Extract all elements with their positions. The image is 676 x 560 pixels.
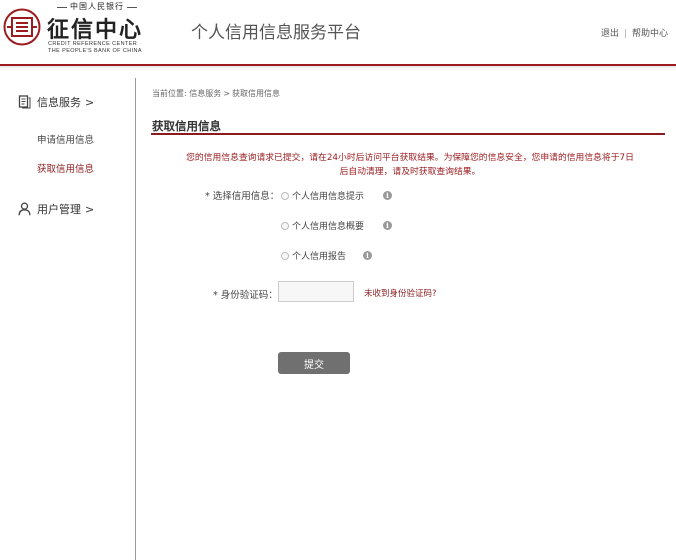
radio-button[interactable]	[281, 191, 289, 200]
option-credit-info-tips[interactable]: 个人信用信息提示	[281, 189, 364, 202]
option-label: 个人信用报告	[292, 252, 347, 262]
chevron-right-icon: >	[85, 202, 95, 216]
title-divider	[151, 133, 665, 135]
sidebar-menu-credit-service[interactable]: 信息服务 >	[18, 94, 94, 110]
sidebar-menu-credit-service-label: 信息服务	[37, 96, 81, 109]
breadcrumb-prefix: 当前位置:	[152, 89, 187, 98]
sidebar-menu-user-management-label: 用户管理	[37, 203, 81, 216]
document-icon	[18, 95, 31, 109]
header: 中国人民银行 征信中心 CREDIT REFERENCE CENTER THE …	[0, 0, 676, 64]
option-label: 个人信用信息提示	[292, 192, 365, 202]
select-credit-info-label: * 选择信用信息：	[205, 191, 280, 202]
breadcrumb-level2: 获取信用信息	[231, 89, 280, 98]
option-credit-report[interactable]: 个人信用报告	[281, 249, 346, 262]
radio-button[interactable]	[281, 251, 289, 260]
option-label: 个人信用信息概要	[292, 222, 365, 232]
platform-title: 个人信用信息服务平台	[191, 23, 361, 43]
help-center-link[interactable]: 帮助中心	[632, 29, 668, 39]
sidebar-item-get-credit-info[interactable]: 获取信用信息	[37, 161, 94, 175]
page-title: 获取信用信息	[152, 119, 221, 133]
submit-button[interactable]: 提交	[278, 352, 350, 374]
info-icon[interactable]: i	[383, 221, 392, 230]
logo-name-cn: 征信中心	[47, 17, 144, 43]
verification-code-label: * 身份验证码：	[213, 290, 278, 301]
chevron-right-icon: >	[85, 95, 95, 109]
radio-button[interactable]	[281, 221, 289, 230]
logo-emblem-icon	[3, 8, 41, 46]
sidebar-divider	[135, 78, 136, 560]
logout-link[interactable]: 退出	[601, 29, 619, 39]
code-not-received-link[interactable]: 未收到身份验证码?	[364, 287, 437, 299]
top-links-separator: |	[623, 29, 627, 39]
sidebar-menu-user-management[interactable]: 用户管理 >	[18, 201, 94, 217]
user-icon	[18, 202, 31, 216]
info-icon[interactable]: i	[383, 191, 392, 200]
info-icon[interactable]: i	[363, 251, 372, 260]
option-credit-info-summary[interactable]: 个人信用信息概要	[281, 219, 364, 232]
breadcrumb: 当前位置: 信息服务 > 获取信用信息	[152, 88, 280, 99]
logo-top-text: 中国人民银行	[54, 1, 140, 12]
breadcrumb-level1[interactable]: 信息服务	[189, 89, 221, 98]
notice-line-1: 您的信用信息查询请求已提交，请在24小时后访问平台获取结果。为保障您的信息安全，…	[186, 153, 634, 163]
top-links: 退出 | 帮助中心	[601, 26, 668, 39]
notice-message: 您的信用信息查询请求已提交，请在24小时后访问平台获取结果。为保障您的信息安全，…	[160, 151, 660, 179]
logo-name-en-line1: CREDIT REFERENCE CENTER	[48, 41, 138, 47]
sidebar-item-apply-credit-info[interactable]: 申请信用信息	[37, 132, 94, 146]
logo-name-en-line2: THE PEOPLE'S BANK OF CHINA	[48, 48, 142, 54]
verification-code-input[interactable]	[278, 281, 354, 302]
breadcrumb-separator: >	[223, 89, 230, 98]
notice-line-2: 后自动清理，请及时获取查询结果。	[339, 167, 481, 177]
